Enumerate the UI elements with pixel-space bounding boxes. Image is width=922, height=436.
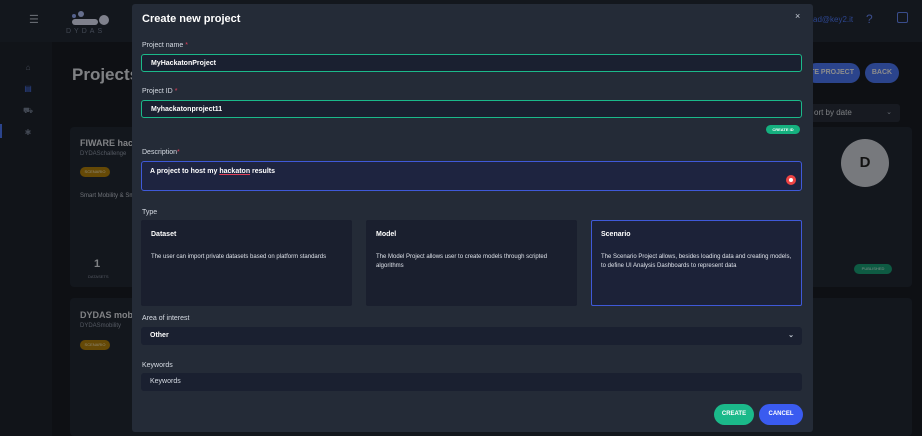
area-of-interest-value: Other bbox=[150, 332, 169, 339]
keywords-placeholder: Keywords bbox=[150, 378, 181, 385]
description-textarea[interactable]: A project to host my hackaton results bbox=[141, 161, 802, 191]
description-text: A project to host my hackaton results bbox=[150, 168, 275, 175]
area-of-interest-select[interactable]: Other ⌄ bbox=[141, 327, 802, 345]
area-of-interest-label: Area of interest bbox=[142, 315, 190, 322]
type-option-description: The Model Project allows user to create … bbox=[376, 254, 548, 269]
grammar-check-icon[interactable] bbox=[786, 175, 796, 185]
project-id-label: Project ID * bbox=[142, 88, 178, 95]
chevron-down-icon: ⌄ bbox=[788, 332, 794, 339]
type-option-title: Dataset bbox=[151, 231, 177, 238]
type-option-dataset[interactable]: Dataset The user can import private data… bbox=[141, 220, 352, 306]
project-name-label: Project name * bbox=[142, 42, 188, 49]
create-project-dialog: Create new project × Project name * MyHa… bbox=[132, 4, 813, 432]
description-label: Description* bbox=[142, 149, 180, 156]
type-option-description: The user can import private datasets bas… bbox=[151, 254, 327, 260]
create-id-button[interactable]: CREATE ID bbox=[766, 125, 800, 134]
keywords-input[interactable]: Keywords bbox=[141, 373, 802, 391]
type-option-scenario[interactable]: Scenario The Scenario Project allows, be… bbox=[591, 220, 802, 306]
type-option-title: Scenario bbox=[601, 231, 631, 238]
close-icon[interactable]: × bbox=[795, 11, 800, 21]
project-id-input[interactable]: Myhackatonproject11 bbox=[141, 100, 802, 118]
type-label: Type bbox=[142, 209, 158, 216]
create-button[interactable]: CREATE bbox=[714, 404, 754, 425]
cancel-button[interactable]: CANCEL bbox=[759, 404, 803, 425]
keywords-label: Keywords bbox=[142, 362, 173, 369]
type-option-description: The Scenario Project allows, besides loa… bbox=[601, 254, 792, 269]
project-name-input[interactable]: MyHackatonProject bbox=[141, 54, 802, 72]
type-option-model[interactable]: Model The Model Project allows user to c… bbox=[366, 220, 577, 306]
dialog-title: Create new project bbox=[142, 13, 241, 25]
type-option-title: Model bbox=[376, 231, 397, 238]
